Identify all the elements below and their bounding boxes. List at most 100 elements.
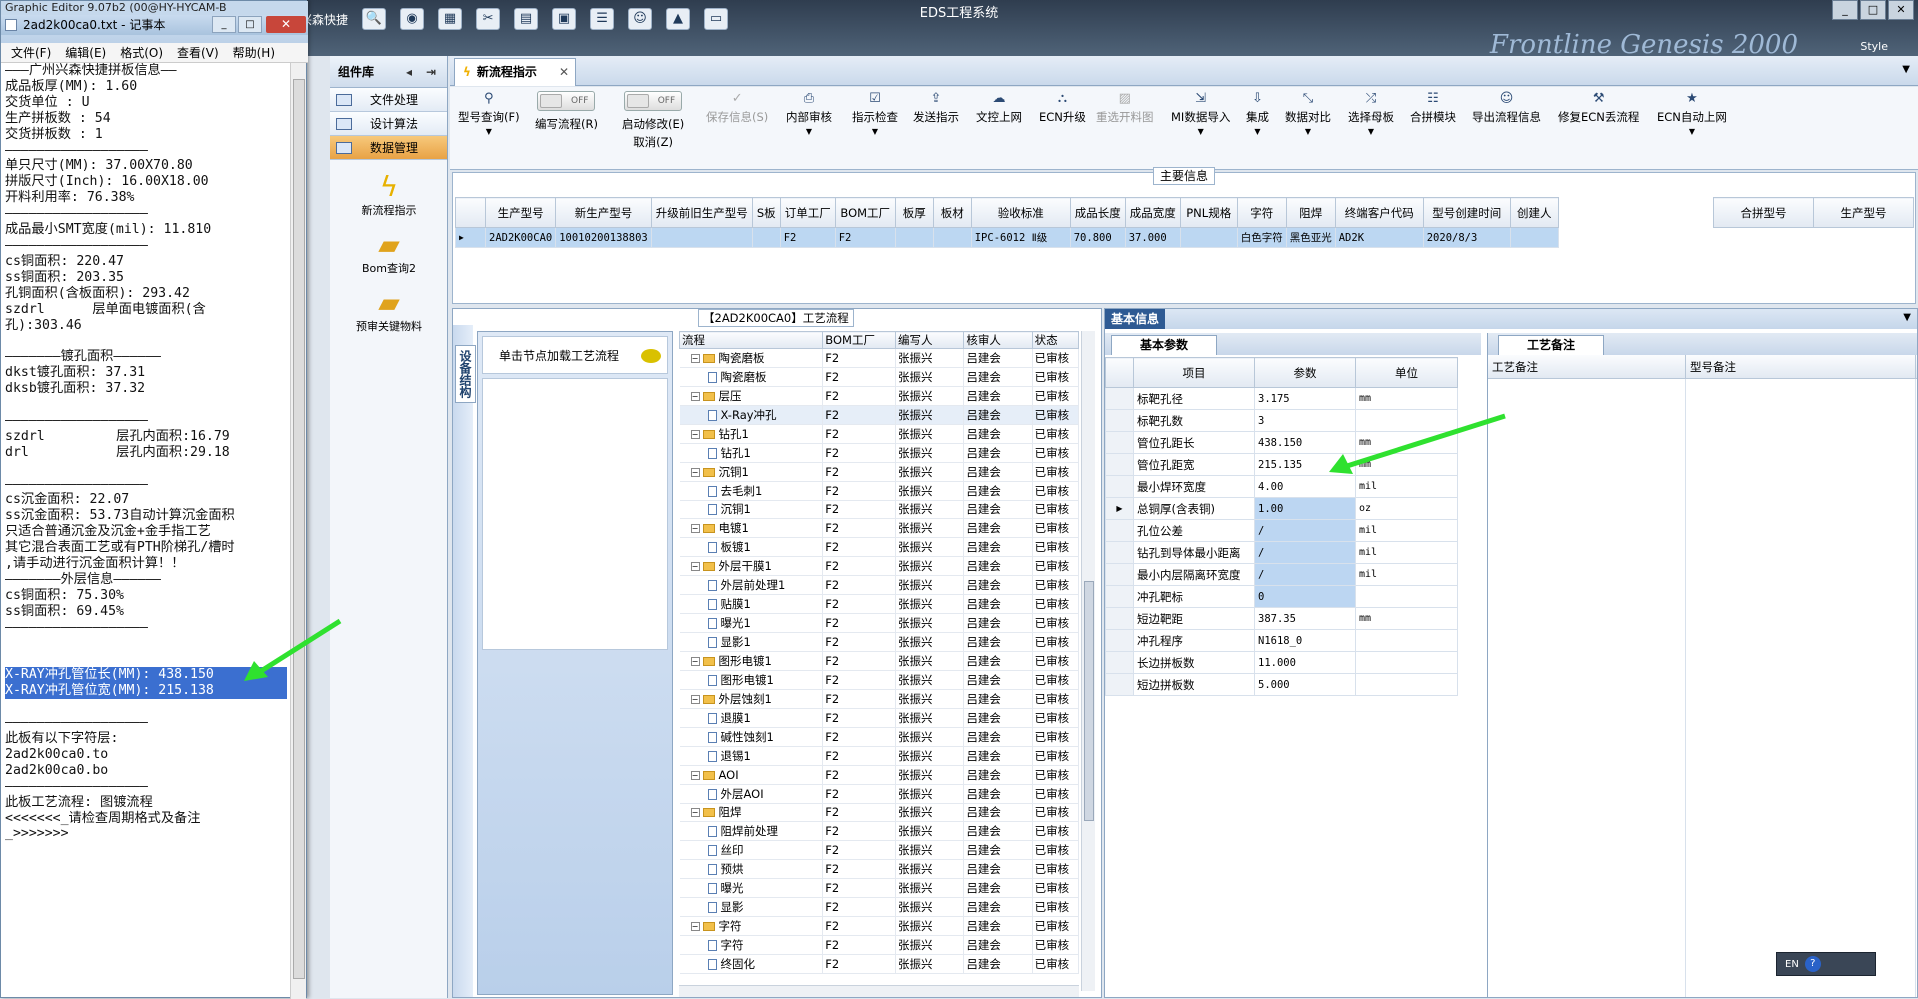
maximize-icon[interactable]: □	[238, 16, 262, 33]
param-row[interactable]: 最小内层隔离环宽度 / mil	[1105, 563, 1458, 586]
tree-node[interactable]: 显影	[679, 897, 824, 918]
param-value[interactable]: 3.175	[1254, 387, 1356, 410]
tree-node[interactable]: 终固化	[679, 954, 824, 974]
maximize-icon[interactable]: □	[1860, 0, 1886, 20]
tree-node[interactable]: 钻孔1	[679, 443, 824, 463]
ime-indicator[interactable]: EN ?	[1776, 952, 1876, 976]
tree-node[interactable]: − AOI	[679, 765, 824, 785]
tree-row[interactable]: − 层压 F2 张振兴 吕建会 已审核	[679, 386, 1079, 406]
tree-node[interactable]: 显影1	[679, 632, 824, 652]
model-note-area[interactable]	[1686, 379, 1916, 997]
internal-review-button[interactable]: ⎙ 内部审核 ▼	[786, 91, 832, 139]
tree-row[interactable]: 碱性蚀刻1 F2 张振兴 吕建会 已审核	[679, 727, 1079, 747]
tree-node[interactable]: 丝印	[679, 840, 824, 861]
param-value[interactable]: 4.00	[1254, 475, 1356, 498]
tree-row[interactable]: 终固化 F2 张振兴 吕建会 已审核	[679, 954, 1079, 974]
col-header[interactable]: BOM工厂	[822, 331, 897, 349]
tree-node[interactable]: 沉铜1	[679, 500, 824, 520]
col-header[interactable]: PNL规格	[1179, 197, 1238, 228]
tree-row[interactable]: − 陶瓷磨板 F2 张振兴 吕建会 已审核	[679, 348, 1079, 368]
component-item-design[interactable]: 设计算法	[330, 112, 447, 136]
col-header[interactable]: 核审人	[963, 331, 1033, 349]
tree-node[interactable]: 板镀1	[679, 537, 824, 558]
grid-cell[interactable]: 10010200138803	[555, 227, 652, 248]
grid-cell[interactable]: F2	[779, 227, 836, 248]
tree-horizontal-scrollbar[interactable]	[679, 985, 1079, 997]
close-icon[interactable]: ✕	[266, 16, 306, 33]
start-edit-toggle[interactable]: OFF 启动修改(E) 取消(Z)	[622, 91, 684, 150]
param-value[interactable]: 11.000	[1254, 651, 1356, 674]
grid-cell[interactable]: 37.000	[1124, 227, 1181, 248]
tree-row[interactable]: 退锡1 F2 张振兴 吕建会 已审核	[679, 746, 1079, 766]
merge-module-button[interactable]: ☷ 合拼模块	[1410, 91, 1456, 125]
col-header[interactable]: 工艺备注	[1488, 355, 1686, 378]
mi-import-button[interactable]: ⇲ MI数据导入 ▼	[1171, 91, 1230, 139]
tree-row[interactable]: − 外层干膜1 F2 张振兴 吕建会 已审核	[679, 556, 1079, 577]
param-value[interactable]: 438.150	[1254, 431, 1356, 454]
tree-node[interactable]: − 层压	[679, 386, 824, 406]
chart-icon[interactable]: ▲	[666, 8, 691, 30]
col-header[interactable]: 编写人	[895, 331, 965, 349]
tool-bom-query[interactable]: ▰ Bom查询2	[330, 230, 448, 276]
menu-format[interactable]: 格式(O)	[120, 43, 163, 62]
tabs-dropdown-icon[interactable]: ▼	[1902, 64, 1910, 75]
col-header[interactable]: 成品宽度	[1124, 197, 1181, 228]
zoom-icon[interactable]: 🔍	[362, 8, 387, 30]
menu-edit[interactable]: 编辑(E)	[65, 43, 106, 62]
collapse-toggle-icon[interactable]: −	[690, 656, 700, 666]
load-flow-hint[interactable]: 单击节点加载工艺流程	[482, 336, 668, 374]
menu-file[interactable]: 文件(F)	[11, 43, 51, 62]
param-row[interactable]: 钻孔到导体最小距离 / mil	[1105, 541, 1458, 564]
instruction-check-button[interactable]: ☑ 指示检查 ▼	[852, 91, 898, 139]
collapse-icon[interactable]: ⇥	[423, 64, 439, 80]
scissors-icon[interactable]: ✂	[476, 8, 501, 30]
film-icon[interactable]: ▤	[514, 8, 539, 30]
tree-row[interactable]: 板镀1 F2 张振兴 吕建会 已审核	[679, 537, 1079, 558]
grid-cell[interactable]: 白色字符	[1236, 227, 1287, 248]
param-row[interactable]: 最小焊环宽度 4.00 mil	[1105, 475, 1458, 498]
param-value[interactable]: 387.35	[1254, 607, 1356, 630]
reselect-cut-button[interactable]: ▨ 重选开料图	[1096, 91, 1154, 125]
layers-icon[interactable]: ▣	[552, 8, 577, 30]
ecn-auto-online-button[interactable]: ★ ECN自动上网 ▼	[1657, 91, 1727, 139]
col-header[interactable]: 生产型号	[484, 197, 557, 228]
collapse-toggle-icon[interactable]: −	[690, 808, 700, 818]
tree-vertical-scrollbar[interactable]	[1081, 331, 1095, 991]
globe-icon[interactable]: ◉	[400, 8, 425, 30]
param-row[interactable]: 长边拼板数 11.000	[1105, 651, 1458, 674]
col-header[interactable]: 型号创建时间	[1422, 197, 1511, 228]
ecn-upgrade-button[interactable]: ⛬ ECN升级	[1039, 91, 1086, 125]
tree-row[interactable]: 外层AOI F2 张振兴 吕建会 已审核	[679, 784, 1079, 804]
repair-ecn-button[interactable]: ⚒ 修复ECN丢流程	[1558, 91, 1639, 125]
tree-row[interactable]: 字符 F2 张振兴 吕建会 已审核	[679, 935, 1079, 955]
cancel-label[interactable]: 取消(Z)	[622, 134, 684, 150]
param-value[interactable]: 3	[1254, 409, 1356, 432]
tab-process-note[interactable]: 工艺备注	[1498, 335, 1605, 355]
close-tab-icon[interactable]: ✕	[559, 59, 569, 85]
col-header[interactable]: 板厚	[894, 197, 934, 228]
param-row[interactable]: 短边拼板数 5.000	[1105, 673, 1458, 696]
collapse-toggle-icon[interactable]: −	[690, 770, 700, 780]
col-header[interactable]: 合拼型号	[1713, 197, 1814, 228]
tree-row[interactable]: − 外层蚀刻1 F2 张振兴 吕建会 已审核	[679, 689, 1079, 709]
tree-node[interactable]: − 阻焊	[679, 803, 824, 823]
param-value[interactable]: 215.135	[1254, 453, 1356, 476]
col-header[interactable]: 板材	[932, 197, 972, 228]
param-row[interactable]: 孔位公差 / mil	[1105, 519, 1458, 542]
notepad-text-area[interactable]: ———广州兴森快捷拼板信息—— 成品板厚(MM): 1.60 交货单位 : U 生产拼…	[5, 63, 287, 999]
param-value[interactable]: N1618_0	[1254, 629, 1356, 652]
export-flow-button[interactable]: ☺ 导出流程信息	[1472, 91, 1541, 125]
notepad-scrollbar[interactable]	[290, 63, 306, 999]
tree-row[interactable]: 阻焊前处理 F2 张振兴 吕建会 已审核	[679, 821, 1079, 842]
monitor-icon[interactable]: ▭	[704, 8, 729, 30]
col-header[interactable]: 生产型号	[1813, 197, 1914, 228]
component-item-data[interactable]: 数据管理	[330, 136, 447, 160]
tree-node[interactable]: − 沉铜1	[679, 462, 824, 482]
tree-row[interactable]: − AOI F2 张振兴 吕建会 已审核	[679, 765, 1079, 785]
side-tab-device[interactable]: 设备结构	[455, 345, 476, 403]
tab-new-flow[interactable]: ϟ 新流程指示 ✕	[454, 58, 576, 86]
col-header[interactable]: 验收标准	[970, 197, 1071, 228]
col-header[interactable]: 型号备注	[1686, 355, 1916, 378]
col-header[interactable]: 字符	[1236, 197, 1287, 228]
tree-row[interactable]: 曝光 F2 张振兴 吕建会 已审核	[679, 878, 1079, 899]
